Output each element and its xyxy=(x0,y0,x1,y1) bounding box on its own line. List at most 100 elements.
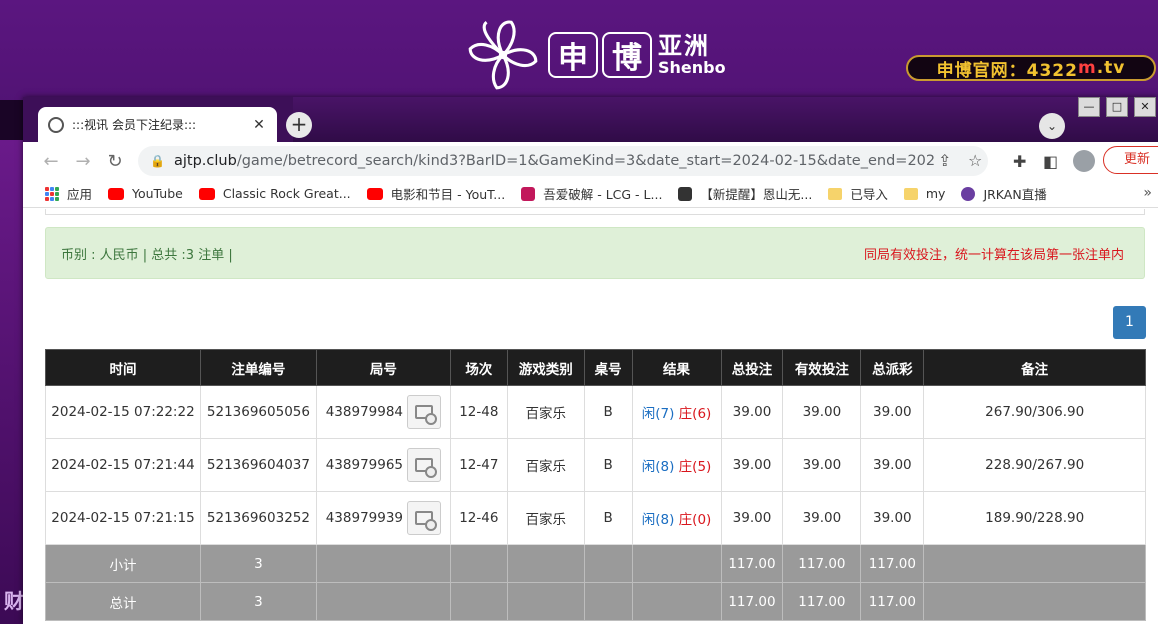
session-cell: 12-48 xyxy=(449,385,508,439)
bookmark-label: 【新提醒】恩山无... xyxy=(700,187,813,202)
payout-cell: 39.00 xyxy=(860,491,925,545)
column-header: 场次 xyxy=(449,349,508,386)
bet-id-cell: 521369604037 xyxy=(199,438,317,492)
column-header: 注单编号 xyxy=(199,349,317,386)
left-deco-char: 财 xyxy=(4,589,24,613)
total-bet-cell[interactable]: 39.00 xyxy=(720,438,784,492)
total-count: 3 xyxy=(199,582,317,621)
payout-cell: 39.00 xyxy=(860,438,925,492)
minimize-button[interactable]: — xyxy=(1078,97,1100,117)
table-row: 2024-02-15 07:21:15 521369603252 438979939… xyxy=(45,491,1146,545)
tabbar-background-page xyxy=(293,97,1158,142)
summary-alert: 币别 : 人民币 | 总共 :3 注单 | 同局有效投注，统一计算在该局第一张注… xyxy=(45,227,1145,279)
bookmark-label: 吾爱破解 - LCG - L... xyxy=(543,187,663,202)
banker-result: 庄(0) xyxy=(678,512,712,528)
official-site-badge[interactable]: 申博官网：4322 m .tv xyxy=(906,55,1156,81)
round-cell: 438979965 xyxy=(315,438,451,492)
folder-icon xyxy=(828,187,843,200)
empty-cell xyxy=(449,544,508,583)
subtotal-row: 小计 3 117.00 117.00 117.00 xyxy=(45,544,1146,583)
bookmarks-bar: 应用 YouTube Classic Rock Great... 电影和节目 - Yo… xyxy=(23,180,1158,208)
empty-cell xyxy=(315,544,451,583)
bookmarks-overflow-button[interactable]: » xyxy=(1143,185,1152,201)
bookmark-label: my xyxy=(925,186,946,201)
video-replay-icon[interactable] xyxy=(407,448,442,482)
jrkan-icon xyxy=(961,186,976,201)
url-text[interactable]: ajtp.club/game/betrecord_search/kind3?Ba… xyxy=(174,153,934,169)
logo-char-box: 博 xyxy=(602,32,652,78)
update-button[interactable]: 更新 xyxy=(1103,146,1158,174)
bookmark-item[interactable]: 电影和节目 - YouT... xyxy=(366,184,506,203)
empty-cell xyxy=(506,582,585,621)
table-header-row: 时间 注单编号 局号 场次 游戏类别 桌号 结果 总投注 有效投注 总派彩 备注 xyxy=(45,349,1146,386)
table-row: 2024-02-15 07:22:22 521369605056 438979984… xyxy=(45,385,1146,439)
bookmark-label: 电影和节目 - YouT... xyxy=(390,187,506,202)
total-bet-cell[interactable]: 39.00 xyxy=(720,491,784,545)
summary-text: 币别 : 人民币 | 总共 :3 注单 | xyxy=(61,247,233,263)
reload-icon[interactable]: ↻ xyxy=(99,151,131,172)
bookmark-item[interactable]: 已导入 xyxy=(828,184,888,203)
url-host: ajtp.club xyxy=(174,153,237,169)
bookmark-star-icon[interactable]: ☆ xyxy=(968,151,982,170)
time-cell: 2024-02-15 07:21:44 xyxy=(45,438,201,492)
site-logo[interactable]: 申 博 亚洲 Shenbo xyxy=(462,14,732,96)
session-cell: 12-46 xyxy=(449,491,508,545)
browser-toolbar: ← → ↻ 🔒 ajtp.club/game/betrecord_search/… xyxy=(23,142,1158,180)
time-cell: 2024-02-15 07:22:22 xyxy=(45,385,201,439)
browser-window: :::视讯 会员下注纪录::: ✕ + ⌄ — □ ✕ ← → ↻ 🔒 ajtp… xyxy=(23,97,1158,624)
column-header: 备注 xyxy=(923,349,1146,386)
side-panel-icon[interactable]: ◧ xyxy=(1043,152,1058,171)
video-replay-icon[interactable] xyxy=(407,395,442,429)
folder-icon xyxy=(903,187,918,200)
subtotal-total-bet: 117.00 xyxy=(720,544,784,583)
total-valid-bet: 117.00 xyxy=(782,582,862,621)
logo-char-box: 申 xyxy=(548,32,598,78)
column-header: 游戏类别 xyxy=(506,349,585,386)
tab-close-icon[interactable]: ✕ xyxy=(251,117,267,133)
total-total-bet: 117.00 xyxy=(720,582,784,621)
tab-title: :::视讯 会员下注纪录::: xyxy=(72,118,197,132)
bookmark-item[interactable]: Classic Rock Great... xyxy=(198,186,351,201)
note-cell: 267.90/306.90 xyxy=(923,385,1146,439)
page-1-button[interactable]: 1 xyxy=(1113,306,1146,339)
close-window-button[interactable]: ✕ xyxy=(1134,97,1156,117)
column-header: 结果 xyxy=(631,349,722,386)
forward-arrow-icon[interactable]: → xyxy=(67,151,99,172)
new-tab-button[interactable]: + xyxy=(286,112,312,138)
round-number: 438979965 xyxy=(325,457,404,473)
bookmark-item[interactable]: 吾爱破解 - LCG - L... xyxy=(521,184,662,203)
lock-icon[interactable]: 🔒 xyxy=(150,154,166,168)
empty-cell xyxy=(506,544,585,583)
extensions-puzzle-icon[interactable]: ✚ xyxy=(1013,152,1026,171)
column-header: 有效投注 xyxy=(782,349,862,386)
subtotal-valid-bet: 117.00 xyxy=(782,544,862,583)
bookmark-label: JRKAN直播 xyxy=(983,187,1047,202)
total-bet-cell[interactable]: 39.00 xyxy=(720,385,784,439)
logo-text: 亚洲 Shenbo xyxy=(658,33,726,77)
panel-edge xyxy=(45,209,1145,215)
page-content: 币别 : 人民币 | 总共 :3 注单 | 同局有效投注，统一计算在该局第一张注… xyxy=(23,209,1158,624)
bookmark-item[interactable]: 应用 xyxy=(45,184,92,203)
bookmark-item[interactable]: YouTube xyxy=(108,186,183,201)
table-number-cell: B xyxy=(583,385,633,439)
youtube-icon xyxy=(198,187,215,200)
maximize-button[interactable]: □ xyxy=(1106,97,1128,117)
active-tab[interactable]: :::视讯 会员下注纪录::: ✕ xyxy=(38,107,277,142)
time-cell: 2024-02-15 07:21:15 xyxy=(45,491,201,545)
flower-logo-icon xyxy=(468,20,538,90)
valid-bet-cell: 39.00 xyxy=(782,491,862,545)
empty-cell xyxy=(631,582,722,621)
address-bar[interactable]: 🔒 ajtp.club/game/betrecord_search/kind3?… xyxy=(138,146,988,176)
profile-avatar[interactable] xyxy=(1073,150,1095,172)
bet-id-cell: 521369605056 xyxy=(199,385,317,439)
bookmark-item[interactable]: JRKAN直播 xyxy=(961,184,1047,203)
bookmark-item[interactable]: 【新提醒】恩山无... xyxy=(678,184,812,203)
column-header: 总派彩 xyxy=(860,349,925,386)
video-replay-icon[interactable] xyxy=(407,501,442,535)
player-result: 闲(7) xyxy=(641,406,675,422)
tab-search-button[interactable]: ⌄ xyxy=(1039,113,1065,139)
bookmark-item[interactable]: my xyxy=(903,186,946,201)
share-icon[interactable]: ⇪ xyxy=(938,151,951,170)
back-arrow-icon[interactable]: ← xyxy=(35,151,67,172)
total-payout: 117.00 xyxy=(860,582,925,621)
